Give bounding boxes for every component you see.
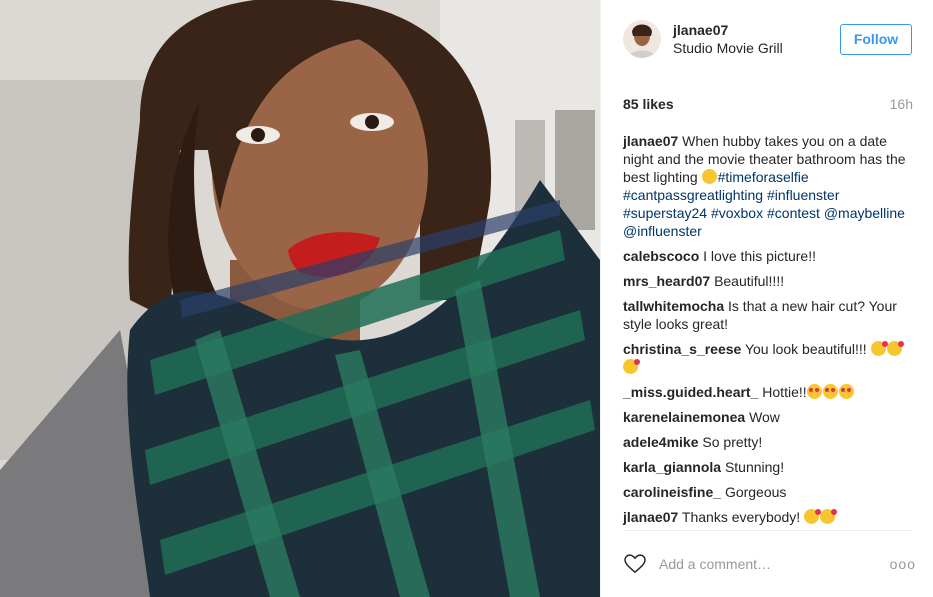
comment-text: You look beautiful!!! xyxy=(744,341,867,357)
kiss-emoji-icon xyxy=(820,509,838,524)
add-comment-input[interactable] xyxy=(659,556,890,572)
comment: jlanae07 Thanks everybody! xyxy=(623,508,916,526)
hashtag[interactable]: #cantpassgreatlighting xyxy=(623,187,763,203)
heart-icon xyxy=(624,554,646,574)
comment: calebscoco I love this picture!! xyxy=(623,247,916,265)
caption: jlanae07 When hubby takes you on a date … xyxy=(623,132,916,240)
post-username[interactable]: jlanae07 xyxy=(673,21,840,39)
like-button[interactable] xyxy=(623,552,647,576)
instagram-post: jlanae07 Studio Movie Grill Follow 85 li… xyxy=(0,0,933,597)
comment-username[interactable]: mrs_heard07 xyxy=(623,273,710,289)
comment-username[interactable]: jlanae07 xyxy=(623,133,678,149)
mention[interactable]: @influenster xyxy=(623,223,702,239)
mention[interactable]: @maybelline xyxy=(824,205,905,221)
post-photo[interactable] xyxy=(0,0,600,597)
comment-list: jlanae07 When hubby takes you on a date … xyxy=(623,132,916,533)
heart-eyes-emoji-icon xyxy=(806,384,822,399)
comment-text: Wow xyxy=(749,409,780,425)
comment: mrs_heard07 Beautiful!!!! xyxy=(623,272,916,290)
heart-eyes-emoji-icon xyxy=(838,384,854,399)
comment-text: Hottie!! xyxy=(762,384,807,400)
comment: karenelainemonea Wow xyxy=(623,408,916,426)
comment-footer: ooo xyxy=(623,551,916,577)
comment-username[interactable]: _miss.guided.heart_ xyxy=(623,384,758,400)
follow-button[interactable]: Follow xyxy=(840,23,912,55)
post-timestamp[interactable]: 16h xyxy=(890,95,913,113)
comment-username[interactable]: adele4mike xyxy=(623,434,699,450)
comment: karla_giannola Stunning! xyxy=(623,458,916,476)
selfie-image xyxy=(0,0,600,597)
more-options-button[interactable]: ooo xyxy=(890,556,916,572)
heart-eyes-emoji-icon xyxy=(822,384,838,399)
comment: carolineisfine_ Gorgeous xyxy=(623,483,916,501)
kiss-emoji-icon xyxy=(623,359,640,374)
hashtag[interactable]: #influenster xyxy=(767,187,839,203)
hashtag[interactable]: #superstay24 xyxy=(623,205,707,221)
comment-text: Thanks everybody! xyxy=(681,509,801,525)
post-header: jlanae07 Studio Movie Grill Follow xyxy=(601,0,933,78)
comment-username[interactable]: carolineisfine_ xyxy=(623,484,721,500)
hashtag[interactable]: #voxbox xyxy=(711,205,763,221)
kiss-emoji-icon xyxy=(804,509,822,524)
kiss-emoji-icon xyxy=(870,341,888,356)
likes-count[interactable]: 85 likes xyxy=(623,95,674,113)
comment: adele4mike So pretty! xyxy=(623,433,916,451)
comment: _miss.guided.heart_ Hottie!! xyxy=(623,383,916,401)
comment-text: Stunning! xyxy=(724,459,785,475)
post-details-panel: jlanae07 Studio Movie Grill Follow 85 li… xyxy=(600,0,933,597)
avatar[interactable] xyxy=(623,20,661,58)
comment-username[interactable]: jlanae07 xyxy=(623,509,678,525)
comment-username[interactable]: tallwhitemocha xyxy=(623,298,724,314)
hashtag[interactable]: #timeforaselfie xyxy=(718,169,809,185)
comment-username[interactable]: calebscoco xyxy=(623,248,699,264)
comment-text: So pretty! xyxy=(702,434,763,450)
comment-username[interactable]: karenelainemonea xyxy=(623,409,745,425)
comment-username[interactable]: christina_s_reese xyxy=(623,341,741,357)
winking-tongue-emoji-icon xyxy=(701,169,717,184)
comment: tallwhitemocha Is that a new hair cut? Y… xyxy=(623,297,916,333)
post-location[interactable]: Studio Movie Grill xyxy=(673,39,840,57)
comment-text: Beautiful!!!! xyxy=(714,273,785,289)
header-text: jlanae07 Studio Movie Grill xyxy=(673,21,840,57)
kiss-emoji-icon xyxy=(886,341,904,356)
hashtag[interactable]: #contest xyxy=(767,205,820,221)
comment-text: I love this picture!! xyxy=(703,248,816,264)
comment: christina_s_reese You look beautiful!!! xyxy=(623,340,916,376)
comment-username[interactable]: karla_giannola xyxy=(623,459,721,475)
post-stats: 85 likes 16h xyxy=(623,95,913,113)
comment-text: Gorgeous xyxy=(724,484,787,500)
divider xyxy=(623,530,913,531)
